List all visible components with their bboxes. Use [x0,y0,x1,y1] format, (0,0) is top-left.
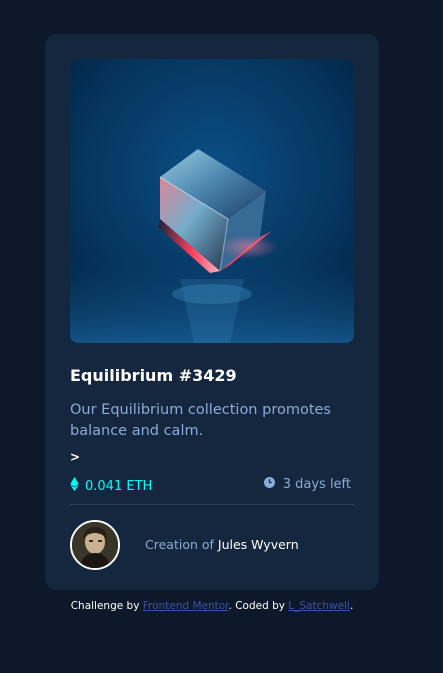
avatar [70,520,120,570]
attribution-end: . [349,600,354,612]
nft-description: Our Equilibrium collection promotes bala… [70,402,331,439]
ethereum-icon [70,477,79,495]
creator-info: Creation of Jules Wyvern [145,537,299,552]
divider [70,504,354,505]
coder-link[interactable]: L_Satchwell [288,600,350,612]
attribution-coded-text: . Coded by [228,600,285,612]
time-value: 3 days left [282,477,351,492]
attribution-challenge-text: Challenge by [70,600,140,612]
frontend-mentor-link[interactable]: Frontend Mentor [143,600,229,612]
price-value: 0.041 ETH [85,478,153,494]
clock-icon [263,477,275,492]
creator-prefix: Creation of [145,537,214,552]
creator-name[interactable]: Jules Wyvern [218,537,299,552]
nft-title[interactable]: Equilibrium #3429 [70,366,237,385]
cube-artwork [70,59,354,343]
caret-text: > [70,450,81,464]
equilibrium-image[interactable] [70,59,354,343]
time-info: 3 days left [263,477,351,492]
price-info: 0.041 ETH [70,477,152,495]
attribution: Challenge by Frontend Mentor. Coded by L… [0,600,424,612]
nft-card: Equilibrium #3429 Our Equilibrium collec… [45,34,379,590]
